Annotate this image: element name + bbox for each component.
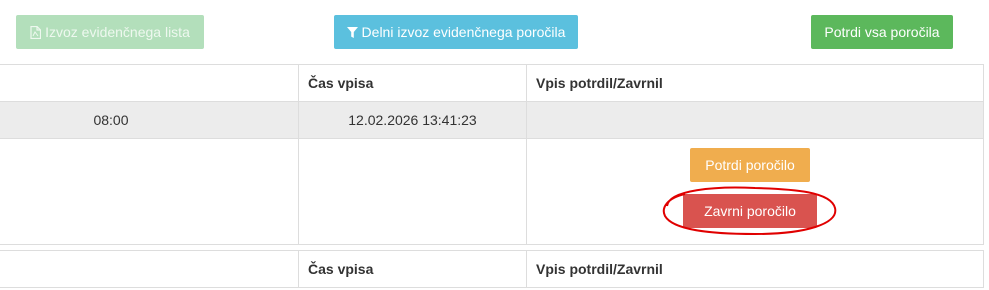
actions-cell: Potrdi poročilo Zavrni poročilo bbox=[527, 139, 983, 244]
partial-export-label: Delni izvoz evidenčnega poročila bbox=[361, 24, 566, 40]
report-table-2: Čas vpisa Vpis potrdil/Zavrnil bbox=[0, 250, 984, 288]
table-header-row: Čas vpisa Vpis potrdil/Zavrnil bbox=[0, 251, 983, 288]
partial-export-button[interactable]: Delni izvoz evidenčnega poročila bbox=[334, 15, 578, 49]
reject-report-button[interactable]: Zavrni poročilo bbox=[662, 186, 837, 236]
filter-icon bbox=[346, 26, 358, 38]
header-confirmed-by: Vpis potrdil/Zavrnil bbox=[536, 261, 663, 277]
header-entry-time: Čas vpisa bbox=[299, 65, 527, 101]
header-cell bbox=[0, 65, 299, 101]
table-row: 08:00 12.02.2026 13:41:23 bbox=[0, 102, 983, 139]
confirm-report-button[interactable]: Potrdi poročilo bbox=[690, 148, 810, 182]
export-list-button[interactable]: Izvoz evidenčnega lista bbox=[16, 15, 204, 49]
reject-report-label: Zavrni poročilo bbox=[704, 203, 796, 219]
header-entry-time: Čas vpisa bbox=[299, 251, 527, 287]
file-pdf-icon bbox=[30, 25, 42, 39]
actions-empty-cell bbox=[299, 139, 527, 244]
actions-row: Potrdi poročilo Zavrni poročilo bbox=[0, 139, 983, 245]
report-table: Čas vpisa Vpis potrdil/Zavrnil 08:00 12.… bbox=[0, 64, 984, 245]
export-list-label: Izvoz evidenčnega lista bbox=[45, 24, 190, 40]
header-cell bbox=[0, 251, 299, 287]
row-time: 08:00 bbox=[0, 102, 299, 138]
header-confirmed-by: Vpis potrdil/Zavrnil bbox=[536, 75, 663, 91]
confirm-all-label: Potrdi vsa poročila bbox=[824, 24, 940, 40]
row-confirmed-by bbox=[527, 102, 983, 138]
confirm-report-label: Potrdi poročilo bbox=[705, 157, 795, 173]
confirm-all-button[interactable]: Potrdi vsa poročila bbox=[811, 15, 953, 49]
row-entry-time: 12.02.2026 13:41:23 bbox=[299, 102, 527, 138]
table-header-row: Čas vpisa Vpis potrdil/Zavrnil bbox=[0, 65, 983, 102]
actions-empty-cell bbox=[0, 139, 299, 244]
